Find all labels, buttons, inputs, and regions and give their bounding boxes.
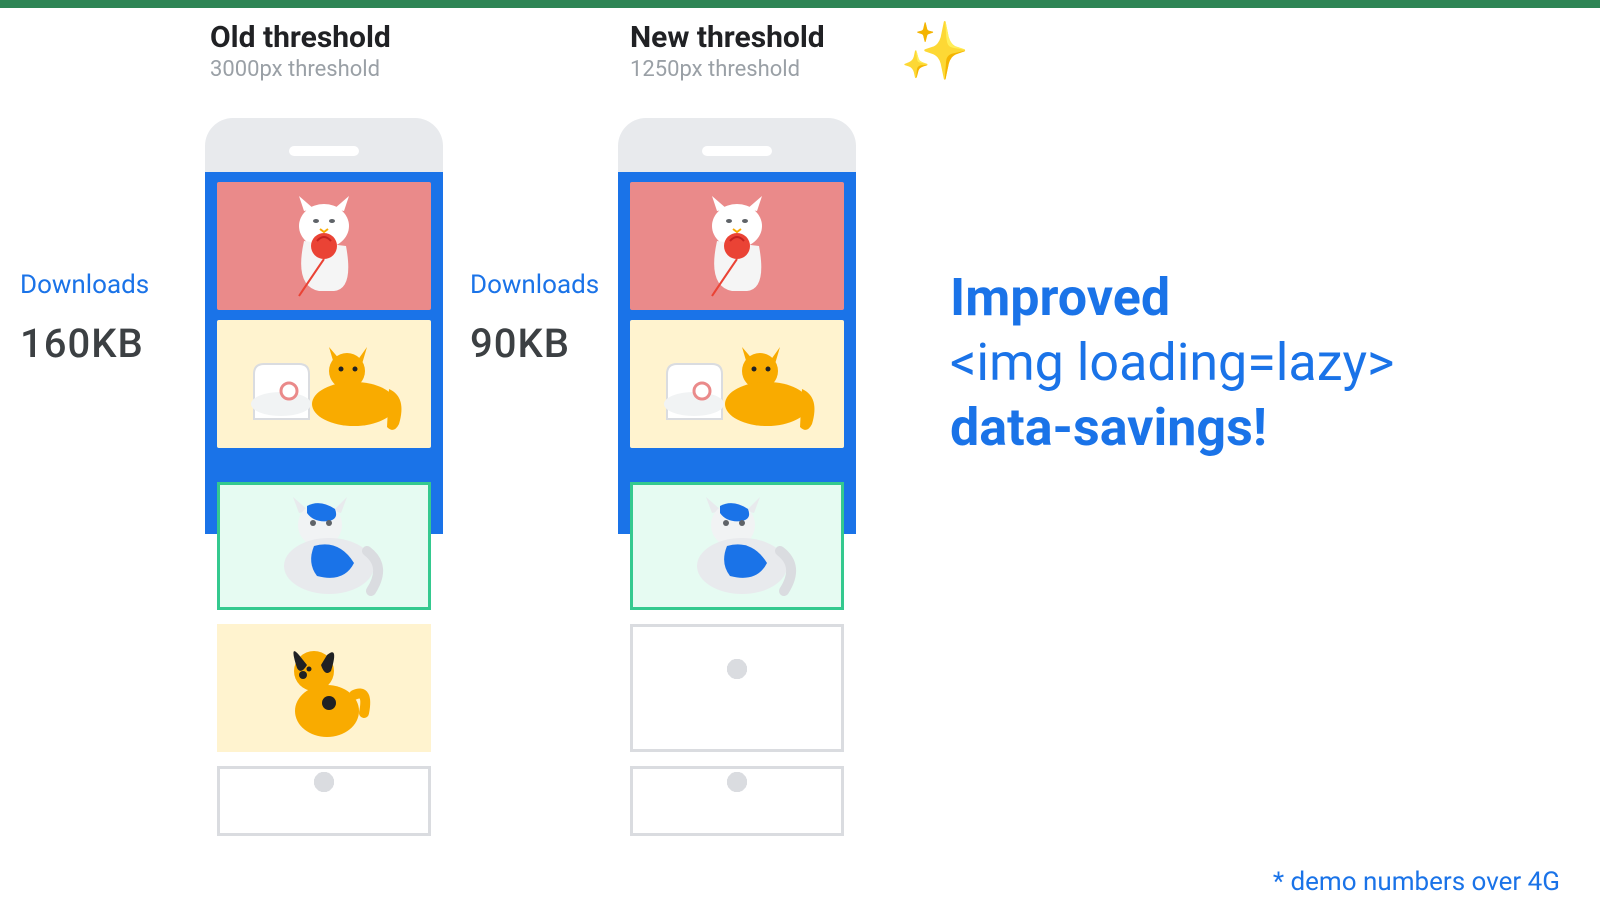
old-threshold-header: Old threshold 3000px threshold bbox=[210, 20, 430, 82]
downloads-label-old: Downloads bbox=[20, 270, 200, 300]
below-fold-old bbox=[205, 482, 443, 836]
downloads-value-new: 90KB bbox=[470, 320, 620, 367]
sparkle-icon: ✨ bbox=[900, 18, 970, 84]
tile-blue-cat-loaded bbox=[630, 482, 844, 610]
phone-bezel bbox=[205, 118, 443, 172]
old-threshold-title: Old threshold bbox=[210, 20, 430, 55]
tile-placeholder bbox=[217, 766, 431, 836]
tile-orange-cat bbox=[630, 320, 844, 448]
phone-speaker bbox=[702, 146, 772, 156]
spinner-icon bbox=[709, 773, 765, 829]
phone-speaker bbox=[289, 146, 359, 156]
tile-cat-yarn bbox=[630, 182, 844, 310]
phone-new-threshold bbox=[618, 118, 856, 836]
headline-line3: data-savings! bbox=[950, 395, 1394, 460]
new-threshold-subtitle: 1250px threshold bbox=[630, 57, 850, 82]
spinner-icon bbox=[709, 660, 765, 716]
phone-screen-old bbox=[205, 172, 443, 534]
downloads-label-new: Downloads bbox=[470, 270, 620, 300]
tile-cat-yarn bbox=[217, 182, 431, 310]
page-top-accent-bar bbox=[0, 0, 1600, 8]
orange-cat-icon bbox=[239, 329, 409, 439]
tile-blue-cat-loaded bbox=[217, 482, 431, 610]
blue-cat-icon bbox=[259, 491, 389, 601]
headline-line2: <img loading=lazy> bbox=[950, 330, 1394, 395]
phone-old-threshold bbox=[205, 118, 443, 836]
new-threshold-header: New threshold 1250px threshold bbox=[630, 20, 850, 82]
cat-yarn-icon bbox=[274, 191, 374, 301]
cat-yarn-icon bbox=[687, 191, 787, 301]
new-threshold-title: New threshold bbox=[630, 20, 850, 55]
tile-dog-loaded bbox=[217, 624, 431, 752]
downloads-value-old: 160KB bbox=[20, 320, 200, 367]
old-threshold-subtitle: 3000px threshold bbox=[210, 57, 430, 82]
headline-block: Improved <img loading=lazy> data-savings… bbox=[950, 265, 1394, 460]
phone-screen-new bbox=[618, 172, 856, 534]
new-downloads-block: Downloads 90KB bbox=[470, 270, 620, 367]
below-fold-new bbox=[618, 482, 856, 836]
spinner-icon bbox=[296, 773, 352, 829]
tile-placeholder bbox=[630, 766, 844, 836]
headline-line1: Improved bbox=[950, 265, 1394, 330]
phone-bezel bbox=[618, 118, 856, 172]
orange-cat-icon bbox=[652, 329, 822, 439]
dog-icon bbox=[269, 633, 379, 743]
old-downloads-block: Downloads 160KB bbox=[20, 270, 200, 367]
tile-placeholder bbox=[630, 624, 844, 752]
tile-orange-cat bbox=[217, 320, 431, 448]
blue-cat-icon bbox=[672, 491, 802, 601]
footnote: * demo numbers over 4G bbox=[1273, 867, 1560, 897]
